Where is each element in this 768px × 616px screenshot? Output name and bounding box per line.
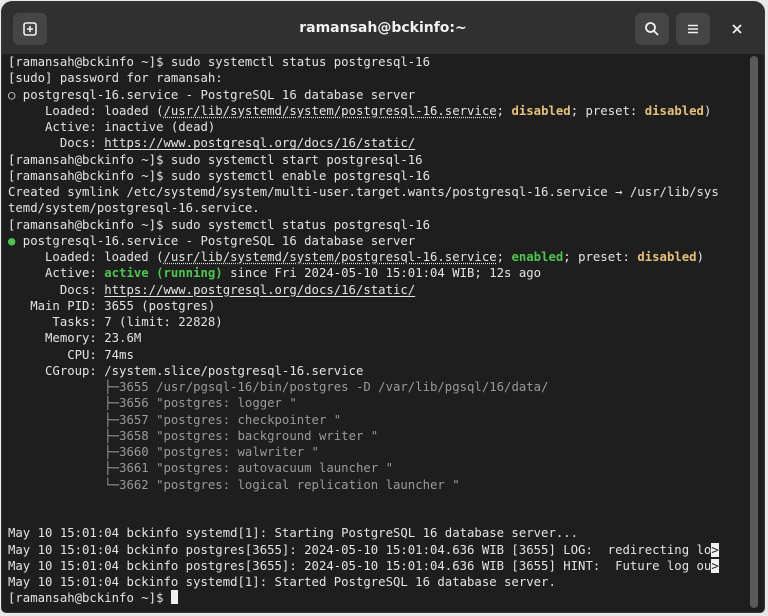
docs-link[interactable]: https://www.postgresql.org/docs/16/stati… [104, 136, 415, 150]
terminal-line: Loaded: loaded (/usr/lib/systemd/system/… [8, 103, 712, 118]
terminal-line: Main PID: 3655 (postgres) [8, 298, 216, 313]
terminal-line: Docs: https://www.postgresql.org/docs/16… [8, 282, 416, 297]
terminal-prompt[interactable]: [ramansah@bckinfo ~]$ [8, 590, 748, 606]
hamburger-menu-icon [688, 24, 698, 34]
terminal-line: Created symlink /etc/systemd/system/mult… [8, 185, 719, 199]
terminal-line: May 10 15:01:04 bckinfo systemd[1]: Star… [8, 575, 556, 589]
terminal-line: Loaded: loaded (/usr/lib/systemd/system/… [8, 250, 704, 264]
menu-button[interactable] [676, 13, 710, 45]
terminal-line: Memory: 23.6M [8, 331, 142, 346]
truncation-marker: > [711, 558, 719, 573]
terminal-line: [ramansah@bckinfo ~]$ sudo systemctl ena… [8, 168, 430, 183]
text-cursor [170, 590, 179, 605]
terminal-line: ○ postgresql-16.service - PostgreSQL 16 … [8, 87, 416, 102]
close-icon [732, 24, 742, 34]
terminal-line: [ramansah@bckinfo ~]$ sudo systemctl sta… [8, 217, 430, 232]
terminal-line: CGroup: /system.slice/postgresql-16.serv… [8, 363, 364, 378]
terminal-line: Tasks: 7 (limit: 22828) [8, 315, 223, 329]
terminal-line: ├─3656 "postgres: logger " [8, 396, 297, 411]
terminal-output[interactable]: [ramansah@bckinfo ~]$ sudo systemctl sta… [8, 54, 748, 610]
docs-link[interactable]: https://www.postgresql.org/docs/16/stati… [104, 283, 415, 297]
terminal-line: ├─3660 "postgres: walwriter " [8, 445, 319, 459]
close-button[interactable] [724, 16, 750, 42]
search-icon [645, 22, 659, 36]
new-tab-button[interactable] [13, 13, 47, 45]
terminal-line: Active: inactive (dead) [8, 120, 216, 134]
terminal-line: May 10 15:01:04 bckinfo postgres[3655]: … [8, 542, 719, 557]
terminal-line: temd/system/postgresql-16.service. [8, 201, 260, 216]
terminal-line: └─3662 "postgres: logical replication la… [8, 477, 460, 492]
terminal-line: Active: active (running) since Fri 2024-… [8, 266, 542, 281]
terminal-line: [ramansah@bckinfo ~]$ sudo systemctl sta… [8, 55, 430, 69]
search-button[interactable] [635, 13, 669, 45]
terminal-line: [sudo] password for ramansah: [8, 71, 223, 86]
truncation-marker: > [711, 542, 719, 557]
terminal-line: ├─3657 "postgres: checkpointer " [8, 412, 342, 427]
terminal-line: CPU: 74ms [8, 347, 134, 362]
terminal-line: ├─3658 "postgres: background writer " [8, 428, 379, 443]
terminal-window: ramansah@bckinfo:~ [ramansah@bckinfo ~]$… [2, 2, 764, 612]
title-bar: ramansah@bckinfo:~ [2, 2, 764, 54]
terminal-line: [ramansah@bckinfo ~]$ sudo systemctl sta… [8, 152, 423, 167]
scrollbar[interactable] [750, 56, 758, 608]
terminal-line: ├─3655 /usr/pgsql-16/bin/postgres -D /va… [8, 380, 549, 394]
terminal-line: ├─3661 "postgres: autovacuum launcher " [8, 461, 393, 476]
terminal-line: ● postgresql-16.service - PostgreSQL 16 … [8, 233, 416, 248]
new-tab-icon [23, 22, 37, 36]
terminal-line: May 10 15:01:04 bckinfo systemd[1]: Star… [8, 526, 579, 541]
terminal-line: May 10 15:01:04 bckinfo postgres[3655]: … [8, 558, 719, 573]
terminal-line: Docs: https://www.postgresql.org/docs/16… [8, 136, 416, 151]
